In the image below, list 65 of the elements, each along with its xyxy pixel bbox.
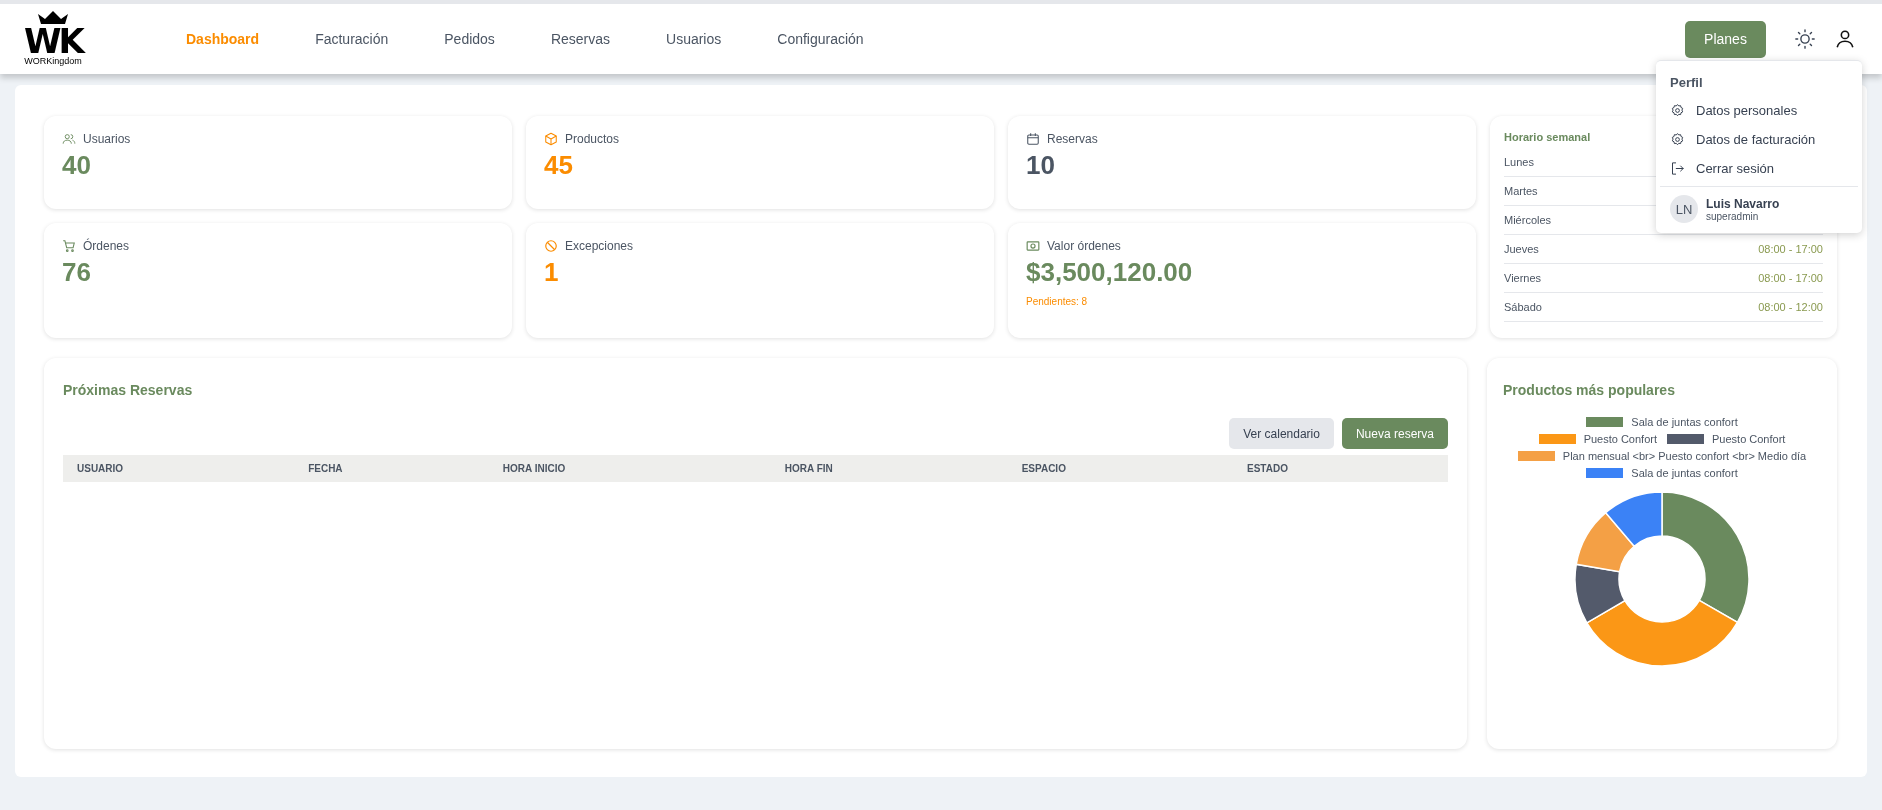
schedule-title: Horario semanal	[1504, 131, 1591, 143]
user-role: superadmin	[1706, 210, 1760, 222]
day-label: Sábado	[1504, 301, 1542, 313]
legend-label: Sala de juntas confort	[1631, 467, 1738, 479]
stat-label: Reservas	[1047, 132, 1098, 146]
legend-label: Puesto Confort	[1712, 433, 1786, 445]
day-label: Martes	[1504, 185, 1538, 197]
column-header: USUARIO	[63, 455, 295, 482]
calendar-button[interactable]: Ver calendario	[1229, 418, 1334, 449]
plans-button[interactable]: Planes	[1685, 20, 1766, 58]
stat-value: 40	[62, 150, 92, 181]
stat-label: Órdenes	[83, 239, 130, 253]
new-reservation-button[interactable]: Nueva reserva	[1341, 418, 1448, 449]
stat-value: 45	[544, 150, 574, 181]
section-title: Próximas Reservas	[63, 382, 194, 398]
menu-item[interactable]: Datos personales	[1660, 96, 1858, 125]
day-label: Viernes	[1504, 272, 1542, 284]
legend-label: Puesto Confort	[1583, 433, 1657, 445]
hours-text: 08:00 - 17:00	[1758, 272, 1823, 284]
logo-name: WORKingdom	[24, 56, 82, 66]
nav-tab[interactable]: Pedidos	[416, 25, 523, 53]
hours-text: 08:00 - 12:00	[1758, 301, 1823, 313]
banknote-icon	[1026, 239, 1040, 253]
menu-item[interactable]: Datos de facturación	[1660, 125, 1858, 154]
column-header: ESTADO	[1233, 455, 1448, 482]
stat-note: Pendientes: 8	[1026, 296, 1089, 307]
logo-mark: WK	[24, 26, 82, 56]
nav-tab[interactable]: Reservas	[522, 25, 638, 53]
legend-label: Plan mensual <br> Puesto confort <br> Medio día	[1562, 450, 1807, 462]
user-icon[interactable]	[1834, 28, 1856, 50]
hours-text: 08:00 - 17:00	[1758, 243, 1823, 255]
ban-icon	[544, 239, 558, 253]
nav-tab[interactable]: Configuración	[749, 25, 892, 53]
calendar-icon	[1026, 132, 1040, 146]
nav-tab[interactable]: Usuarios	[638, 25, 750, 53]
settings-icon	[1670, 103, 1685, 118]
stat-value: 76	[62, 257, 92, 288]
stat-label: Productos	[565, 132, 620, 146]
nav-tab[interactable]: Facturación	[287, 25, 417, 53]
column-header: HORA INICIO	[488, 455, 771, 482]
day-label: Jueves	[1504, 243, 1539, 255]
user-avatar: LN	[1670, 195, 1698, 223]
day-label: Miércoles	[1504, 214, 1552, 226]
sun-icon[interactable]	[1794, 28, 1816, 50]
section-title: Productos más populares	[1503, 382, 1676, 398]
column-header: FECHA	[294, 455, 489, 482]
logout-icon	[1670, 161, 1685, 176]
settings-icon	[1670, 132, 1685, 147]
crown-icon	[36, 10, 70, 26]
column-header: ESPACIO	[1007, 455, 1233, 482]
users-icon	[62, 132, 76, 146]
stat-value: 1	[544, 257, 560, 288]
legend-label: Sala de juntas confort	[1631, 416, 1738, 428]
stat-label: Usuarios	[83, 132, 131, 146]
cart-icon	[62, 239, 76, 253]
menu-item[interactable]: Cerrar sesión	[1660, 154, 1858, 183]
stat-label: Valor órdenes	[1047, 239, 1121, 253]
user-name: Luis Navarro	[1706, 196, 1780, 211]
stat-label: Excepciones	[565, 239, 634, 253]
box-icon	[544, 132, 558, 146]
day-label: Lunes	[1504, 156, 1534, 168]
column-header: HORA FIN	[770, 455, 1008, 482]
stat-value: $3,500,120.00	[1026, 257, 1194, 288]
menu-title: Perfil	[1669, 74, 1704, 92]
stat-value: 10	[1026, 150, 1056, 181]
